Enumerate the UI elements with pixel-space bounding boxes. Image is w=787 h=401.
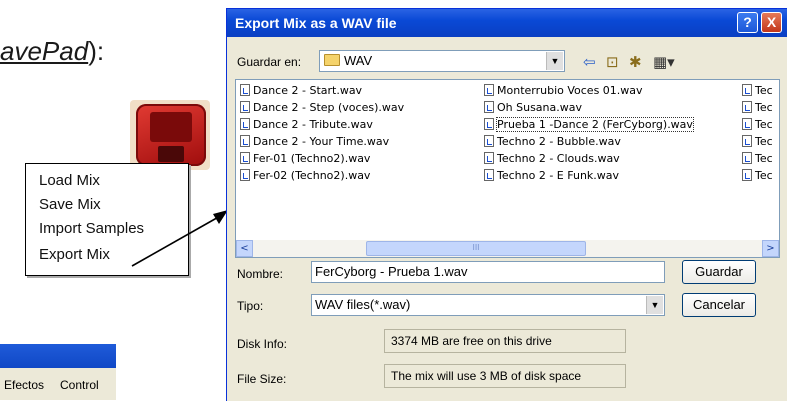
wav-file-icon <box>240 135 250 147</box>
back-icon[interactable]: ⇦ <box>583 53 596 71</box>
folder-icon <box>324 54 340 66</box>
new-folder-icon[interactable]: ✱ <box>629 53 642 71</box>
wav-file-icon <box>742 135 752 147</box>
list-item[interactable]: Oh Susana.wav <box>484 101 582 117</box>
save-in-dropdown[interactable]: WAV ▼ <box>319 50 565 72</box>
help-button[interactable]: ? <box>737 12 758 33</box>
wav-file-icon <box>240 118 250 130</box>
list-item[interactable]: Tec <box>742 84 773 100</box>
save-in-value: WAV <box>344 53 373 68</box>
file-type-value: WAV files(*.wav) <box>315 297 411 312</box>
mini-window-titlebar <box>0 344 116 368</box>
filename-input[interactable]: FerCyborg - Prueba 1.wav <box>311 261 665 283</box>
dialog-title: Export Mix as a WAV file <box>235 15 397 31</box>
disk-info-value: 3374 MB are free on this drive <box>384 329 626 353</box>
list-item[interactable]: Tec <box>742 135 773 151</box>
wav-file-icon <box>742 152 752 164</box>
scroll-right-button[interactable]: > <box>762 240 779 257</box>
file-size-label: File Size: <box>237 372 287 386</box>
wav-file-icon <box>742 169 752 181</box>
list-item[interactable]: Techno 2 - E Funk.wav <box>484 169 619 185</box>
file-list[interactable]: Dance 2 - Start.wav Dance 2 - Step (voce… <box>235 79 780 258</box>
wav-file-icon <box>484 101 494 113</box>
chevron-down-icon: ▼ <box>646 296 663 314</box>
wav-file-icon <box>240 101 250 113</box>
wav-file-icon <box>240 84 250 96</box>
list-item[interactable]: Tec <box>742 152 773 168</box>
cancel-button[interactable]: Cancelar <box>682 293 756 317</box>
scroll-left-button[interactable]: < <box>236 240 253 257</box>
wav-file-icon <box>742 118 752 130</box>
list-item[interactable]: Fer-01 (Techno2).wav <box>240 152 370 168</box>
list-item[interactable]: Dance 2 - Step (voces).wav <box>240 101 404 117</box>
file-type-dropdown[interactable]: WAV files(*.wav) ▼ <box>311 294 665 316</box>
export-dialog: Export Mix as a WAV file ? X Guardar en:… <box>226 8 787 401</box>
list-item[interactable]: Tec <box>742 169 773 185</box>
horizontal-scrollbar[interactable]: < III > <box>236 240 779 257</box>
menu-efectos[interactable]: Efectos <box>4 378 44 392</box>
list-item[interactable]: Techno 2 - Bubble.wav <box>484 135 621 151</box>
list-item[interactable]: Fer-02 (Techno2).wav <box>240 169 370 185</box>
list-item[interactable]: Tec <box>742 118 773 134</box>
wav-file-icon <box>240 152 250 164</box>
save-in-label: Guardar en: <box>237 55 302 69</box>
file-size-value: The mix will use 3 MB of disk space <box>384 364 626 388</box>
menu-control[interactable]: Control <box>60 378 99 392</box>
list-item[interactable]: Techno 2 - Clouds.wav <box>484 152 620 168</box>
view-menu-icon[interactable]: ▦▾ <box>653 53 675 71</box>
disk-info-label: Disk Info: <box>237 337 288 351</box>
list-item[interactable]: Dance 2 - Tribute.wav <box>240 118 373 134</box>
mini-window-menubar: Efectos Control <box>0 368 116 400</box>
wav-file-icon <box>484 169 494 181</box>
close-button[interactable]: X <box>761 12 782 33</box>
save-button[interactable]: Guardar <box>682 260 756 284</box>
wav-file-icon <box>484 118 494 130</box>
wav-file-icon <box>742 101 752 113</box>
list-item[interactable]: Dance 2 - Start.wav <box>240 84 362 100</box>
scroll-thumb[interactable]: III <box>366 241 586 256</box>
dialog-titlebar[interactable]: Export Mix as a WAV file ? X <box>227 9 787 37</box>
wav-file-icon <box>484 84 494 96</box>
wav-file-icon <box>484 152 494 164</box>
list-item[interactable]: Tec <box>742 101 773 117</box>
type-label: Tipo: <box>237 299 264 313</box>
wav-file-icon <box>484 135 494 147</box>
up-folder-icon[interactable]: ⊡ <box>606 53 619 71</box>
wav-file-icon <box>240 169 250 181</box>
list-item[interactable]: Monterrubio Voces 01.wav <box>484 84 643 100</box>
list-item[interactable]: Dance 2 - Your Time.wav <box>240 135 389 151</box>
list-item-selected[interactable]: Prueba 1 -Dance 2 (FerCyborg).wav <box>484 117 694 134</box>
name-label: Nombre: <box>237 267 284 281</box>
wav-file-icon <box>742 84 752 96</box>
chevron-down-icon: ▼ <box>546 52 563 70</box>
